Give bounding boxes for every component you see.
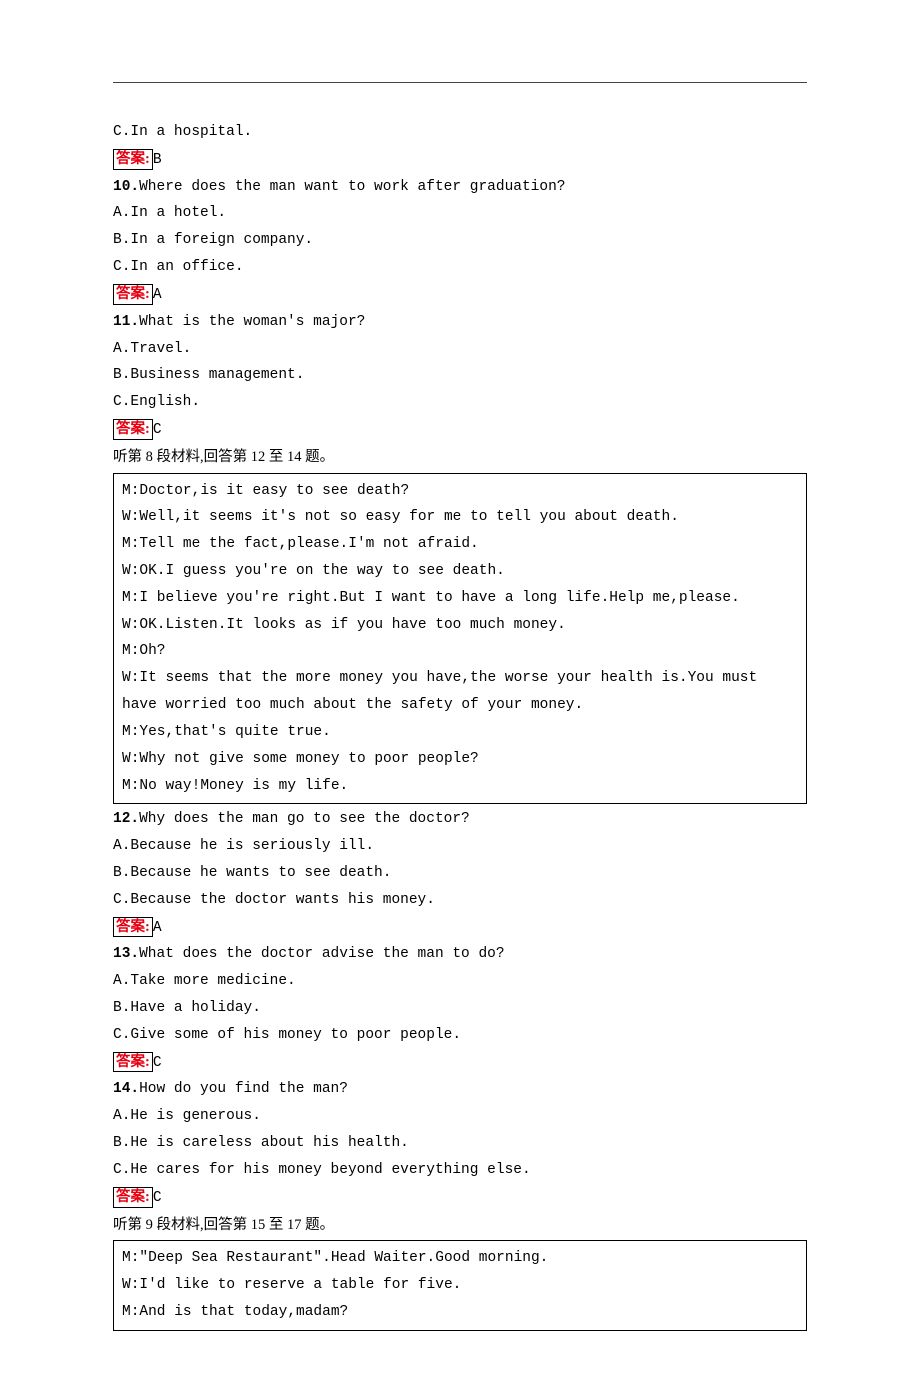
q13-number: 13.	[113, 946, 139, 962]
q14-option-b: B.He is careless about his health.	[113, 1130, 807, 1157]
q10-number: 10.	[113, 179, 139, 195]
q14-stem: How do you find the man?	[139, 1081, 348, 1097]
script-box-9: M:"Deep Sea Restaurant".Head Waiter.Good…	[113, 1240, 807, 1330]
q14-answer-line: 答案:C	[113, 1184, 807, 1212]
script8-line: M:Oh?	[122, 638, 798, 665]
script8-line: M:I believe you're right.But I want to h…	[122, 585, 798, 612]
q13-stem-line: 13.What does the doctor advise the man t…	[113, 941, 807, 968]
script8-line: M:Yes,that's quite true.	[122, 719, 798, 746]
q12-option-c: C.Because the doctor wants his money.	[113, 887, 807, 914]
top-divider	[113, 82, 807, 83]
q13-option-c: C.Give some of his money to poor people.	[113, 1022, 807, 1049]
q13-option-b: B.Have a holiday.	[113, 995, 807, 1022]
q11-number: 11.	[113, 314, 139, 330]
q14-number: 14.	[113, 1081, 139, 1097]
script-box-8: M:Doctor,is it easy to see death? W:Well…	[113, 473, 807, 805]
q10-option-c: C.In an office.	[113, 254, 807, 281]
q12-stem: Why does the man go to see the doctor?	[139, 811, 470, 827]
q13-stem: What does the doctor advise the man to d…	[139, 946, 504, 962]
q14-answer-value: C	[153, 1190, 162, 1206]
script8-line: W:It seems that the more money you have,…	[122, 665, 798, 719]
q14-option-a: A.He is generous.	[113, 1103, 807, 1130]
q10-answer-value: A	[153, 287, 162, 303]
section9-intro: 听第 9 段材料,回答第 15 至 17 题。	[113, 1212, 807, 1239]
script8-line: M:Tell me the fact,please.I'm not afraid…	[122, 531, 798, 558]
q9-answer-line: 答案:B	[113, 146, 807, 174]
script8-line: M:No way!Money is my life.	[122, 773, 798, 800]
script8-line: W:Well,it seems it's not so easy for me …	[122, 504, 798, 531]
q12-stem-line: 12.Why does the man go to see the doctor…	[113, 806, 807, 833]
script8-line: M:Doctor,is it easy to see death?	[122, 478, 798, 505]
script9-line: W:I'd like to reserve a table for five.	[122, 1272, 798, 1299]
answer-label: 答案:	[113, 917, 153, 938]
q11-stem-line: 11.What is the woman's major?	[113, 309, 807, 336]
answer-label: 答案:	[113, 1052, 153, 1073]
q13-option-a: A.Take more medicine.	[113, 968, 807, 995]
q12-number: 12.	[113, 811, 139, 827]
q10-answer-line: 答案:A	[113, 281, 807, 309]
q9-answer-value: B	[153, 152, 162, 168]
q9-option-c: C.In a hospital.	[113, 119, 807, 146]
script9-line: M:And is that today,madam?	[122, 1299, 798, 1326]
q10-stem-line: 10.Where does the man want to work after…	[113, 174, 807, 201]
script8-line: W:OK.I guess you're on the way to see de…	[122, 558, 798, 585]
script8-line: W:OK.Listen.It looks as if you have too …	[122, 612, 798, 639]
q14-option-c: C.He cares for his money beyond everythi…	[113, 1157, 807, 1184]
answer-label: 答案:	[113, 1187, 153, 1208]
q12-option-a: A.Because he is seriously ill.	[113, 833, 807, 860]
q13-answer-line: 答案:C	[113, 1049, 807, 1077]
section8-intro: 听第 8 段材料,回答第 12 至 14 题。	[113, 444, 807, 471]
script8-line: W:Why not give some money to poor people…	[122, 746, 798, 773]
q12-answer-line: 答案:A	[113, 914, 807, 942]
answer-label: 答案:	[113, 419, 153, 440]
q10-stem: Where does the man want to work after gr…	[139, 179, 565, 195]
q10-option-b: B.In a foreign company.	[113, 227, 807, 254]
q12-answer-value: A	[153, 920, 162, 936]
q13-answer-value: C	[153, 1055, 162, 1071]
script9-line: M:"Deep Sea Restaurant".Head Waiter.Good…	[122, 1245, 798, 1272]
q10-option-a: A.In a hotel.	[113, 200, 807, 227]
q11-option-c: C.English.	[113, 389, 807, 416]
q11-answer-line: 答案:C	[113, 416, 807, 444]
q14-stem-line: 14.How do you find the man?	[113, 1076, 807, 1103]
q12-option-b: B.Because he wants to see death.	[113, 860, 807, 887]
answer-label: 答案:	[113, 149, 153, 170]
q11-stem: What is the woman's major?	[139, 314, 365, 330]
q11-answer-value: C	[153, 422, 162, 438]
q11-option-b: B.Business management.	[113, 362, 807, 389]
q11-option-a: A.Travel.	[113, 336, 807, 363]
answer-label: 答案:	[113, 284, 153, 305]
